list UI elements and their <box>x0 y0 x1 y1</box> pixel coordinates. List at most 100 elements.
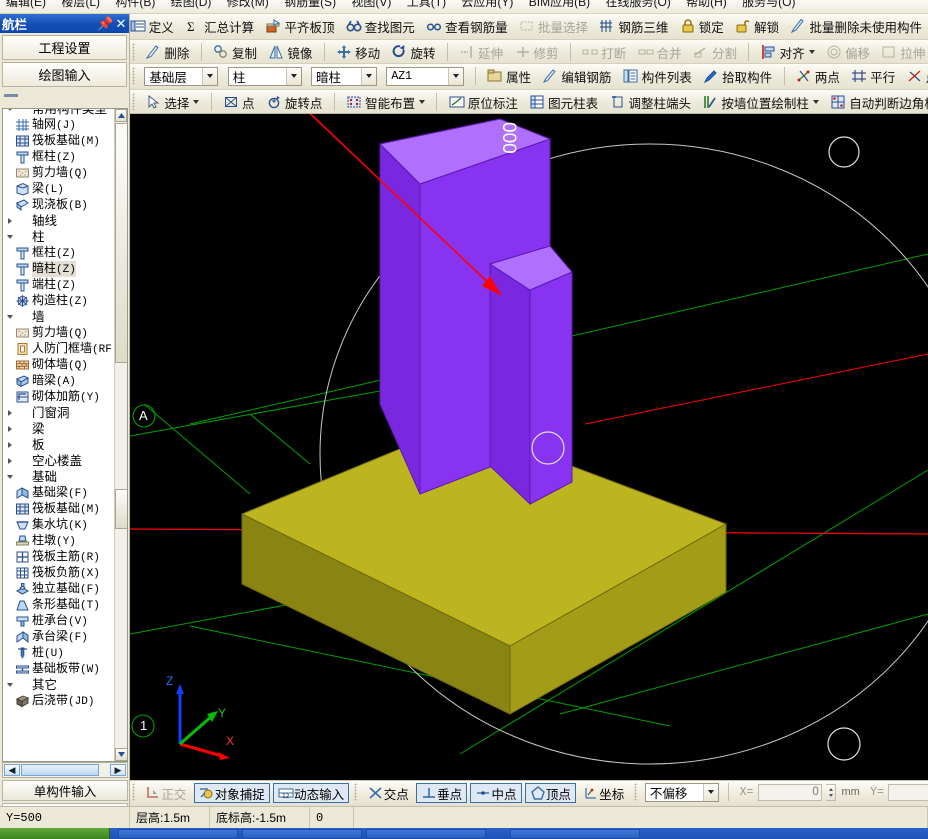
toolbar-grip[interactable] <box>132 67 135 85</box>
delete-button[interactable]: 删除 <box>141 41 193 63</box>
x-offset-spinner[interactable] <box>826 783 837 801</box>
menu-item[interactable]: 绘图(D) <box>165 0 218 9</box>
scroll-thumb[interactable] <box>115 123 127 363</box>
tree-item[interactable]: 承台梁(F) <box>3 629 115 645</box>
toolbar-batch-delete-button[interactable]: 批量删除未使用构件 <box>786 15 926 37</box>
scroll-left-arrow[interactable]: ◀ <box>4 764 20 776</box>
menu-item[interactable]: 构件(B) <box>109 0 161 9</box>
chevron-down-icon[interactable] <box>702 783 718 801</box>
menu-item[interactable]: 云应用(Y) <box>455 0 519 9</box>
point-tool-button[interactable]: 点 <box>219 91 259 113</box>
auto-corner-column-button[interactable]: 自动判断边角柱 <box>826 91 928 113</box>
tree-item[interactable]: 独立基础(F) <box>3 581 115 597</box>
column-table-button[interactable]: 图元柱表 <box>525 91 602 113</box>
tree-expander[interactable] <box>4 109 15 111</box>
tree-item[interactable]: 集水坑(K) <box>3 517 115 533</box>
tree-item[interactable]: 墙 <box>3 309 115 325</box>
hscroll-thumb[interactable] <box>21 764 99 776</box>
tree-item[interactable]: 梁 <box>3 421 115 437</box>
tree-item[interactable]: 梁(L) <box>3 181 115 197</box>
menu-item[interactable]: 服务与(O) <box>736 0 801 9</box>
selector-toolbar[interactable]: 基础层 柱 暗柱 AZ1 属性 编辑钢筋 构件列表 拾取构件 两点 平行 点角 <box>130 64 928 90</box>
tree-expander[interactable] <box>4 683 15 687</box>
tree-expander[interactable] <box>4 410 15 416</box>
tree-item[interactable]: 其它 <box>3 677 115 693</box>
extend-button[interactable]: 延伸 <box>455 41 507 63</box>
in-situ-label-button[interactable]: 原位标注 <box>445 91 522 113</box>
menu-item[interactable]: 修改(M) <box>221 0 275 9</box>
chevron-down-icon[interactable] <box>419 100 426 104</box>
tree-item[interactable]: 空心楼盖 <box>3 453 115 469</box>
move-button[interactable]: 移动 <box>332 41 384 63</box>
tree-horizontal-scrollbar[interactable]: ◀ ▶ <box>2 762 128 778</box>
chevron-down-icon[interactable] <box>193 100 200 104</box>
menu-item[interactable]: 楼层(L) <box>55 0 106 9</box>
member-list-button[interactable]: 构件列表 <box>619 65 696 87</box>
menu-item[interactable]: 视图(V) <box>345 0 397 9</box>
tree-item[interactable]: 筏板主筋(R) <box>3 549 115 565</box>
modify-toolbar[interactable]: 删除 复制 镜像 移动 旋转 延伸 修剪 打断 合并 分割 对齐 偏移 拉伸 <box>130 40 928 64</box>
menu-item[interactable]: 工具(T) <box>401 0 452 9</box>
chevron-down-icon[interactable] <box>361 67 377 85</box>
offset-mode-select[interactable]: 不偏移 <box>644 782 719 802</box>
merge-button[interactable]: 合并 <box>634 41 686 63</box>
chevron-down-icon[interactable] <box>448 67 464 85</box>
x-offset-input[interactable]: 0 <box>757 783 822 801</box>
object-snap-toggle[interactable]: 对象捕捉 <box>193 783 270 803</box>
tree-item[interactable]: 筏板基础(M) <box>3 501 115 517</box>
tree-item[interactable]: 端柱(Z) <box>3 277 115 293</box>
os-taskbar[interactable] <box>0 828 928 839</box>
panel-splitter[interactable] <box>4 90 125 100</box>
menu-item[interactable]: 钢筋量(S) <box>278 0 342 9</box>
properties-button[interactable]: 属性 <box>483 65 535 87</box>
tree-item[interactable]: 门窗洞 <box>3 405 115 421</box>
tree-expander[interactable] <box>4 426 15 432</box>
tree-item[interactable]: 桩(U) <box>3 645 115 661</box>
draw-column-by-wall-button[interactable]: 按墙位置绘制柱 <box>698 91 823 113</box>
menu-item[interactable]: 编辑(E) <box>0 0 52 9</box>
tree-item[interactable]: 基础 <box>3 469 115 485</box>
tree-item[interactable]: 剪力墙(Q) <box>3 165 115 181</box>
toolbar-grip[interactable] <box>132 43 135 61</box>
perpendicular-snap-toggle[interactable]: 垂点 <box>416 783 468 803</box>
scroll-down-arrow[interactable] <box>115 748 127 761</box>
tree-expander[interactable] <box>4 442 15 448</box>
point-angle-button[interactable]: 点角 <box>903 65 928 87</box>
close-icon[interactable]: ✕ <box>113 16 129 32</box>
toolbar-batch-select-button[interactable]: 批量选择 <box>515 15 592 37</box>
tree-expander[interactable] <box>4 235 15 239</box>
pin-icon[interactable]: 📌 <box>97 16 113 32</box>
chevron-down-icon[interactable] <box>202 67 218 85</box>
toolbar-align-slab-button[interactable]: 平齐板顶 <box>261 15 338 37</box>
start-button[interactable] <box>0 828 110 839</box>
menu-item[interactable]: 帮助(H) <box>680 0 733 9</box>
scroll-right-arrow[interactable]: ▶ <box>110 764 126 776</box>
tree-item[interactable]: 砌体墙(Q) <box>3 357 115 373</box>
parallel-button[interactable]: 平行 <box>847 65 899 87</box>
tree-item[interactable]: 剪力墙(Q) <box>3 325 115 341</box>
toolbar-find-element-button[interactable]: 查找图元 <box>342 15 419 37</box>
tree-item[interactable]: 人防门框墙(RF <box>3 341 115 357</box>
pick-member-button[interactable]: 拾取构件 <box>699 65 776 87</box>
tree-item[interactable]: 暗柱(Z) <box>3 261 115 277</box>
toolbar-view-rebar-button[interactable]: 查看钢筋量 <box>422 15 512 37</box>
tree-item[interactable]: 柱 <box>3 229 115 245</box>
tree-item[interactable]: 桩承台(V) <box>3 613 115 629</box>
menu-item[interactable]: 在线服务(O) <box>599 0 676 9</box>
select-tool-button[interactable]: 选择 <box>141 91 203 113</box>
tree-item[interactable]: 筏板基础(M) <box>3 133 115 149</box>
y-offset-input[interactable]: 0 <box>888 783 928 801</box>
toolbar-grip[interactable] <box>633 783 637 801</box>
tree-item[interactable]: 条形基础(T) <box>3 597 115 613</box>
3d-viewport[interactable]: 5700 000 A 1 Z Y X <box>130 114 928 780</box>
snap-toolbar[interactable]: 正交 对象捕捉 12 动态输入 交点 垂点 中点 顶点 坐标 不偏移 X= 0 … <box>130 780 928 806</box>
tree-expander[interactable] <box>4 458 15 464</box>
scroll-up-arrow[interactable] <box>115 109 127 122</box>
toolbar-summary-button[interactable]: Σ 汇总计算 <box>181 15 258 37</box>
rotate-button[interactable]: 旋转 <box>387 41 439 63</box>
mirror-button[interactable]: 镜像 <box>264 41 316 63</box>
smart-layout-button[interactable]: 智能布置 <box>342 91 429 113</box>
tree-vertical-scrollbar[interactable] <box>114 109 127 761</box>
tree-item[interactable]: 常用构件类型 <box>3 109 115 117</box>
single-member-input-button[interactable]: 单构件输入 <box>2 780 128 801</box>
